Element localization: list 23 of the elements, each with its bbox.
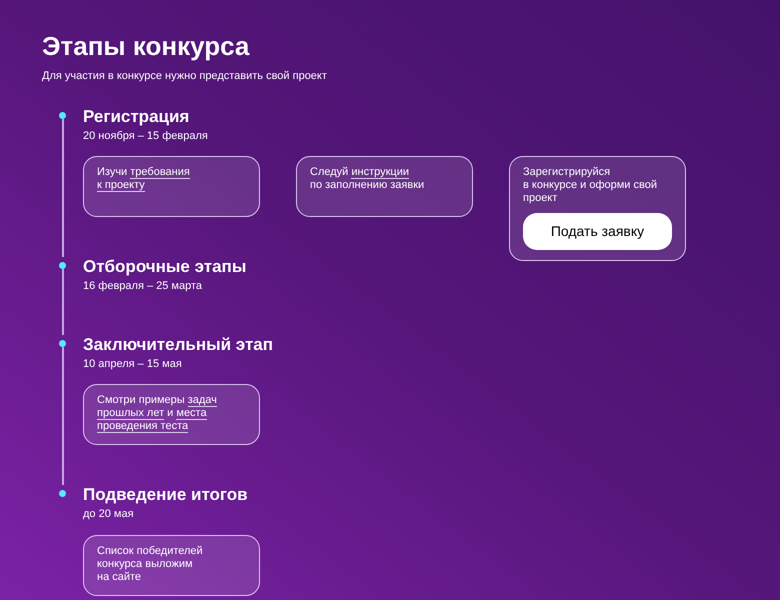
card-text: Следуй инструкции по заполнению заявки	[310, 166, 426, 192]
page-subtitle: Для участия в конкурсе нужно представить свой проект	[42, 69, 328, 84]
link[interactable]: к проекту	[97, 179, 145, 192]
stage-title: Подведение итогов	[83, 485, 249, 505]
link[interactable]: места	[176, 407, 207, 420]
card-text: Изучи требования к проекту	[97, 166, 191, 192]
link[interactable]: инструкции	[351, 166, 410, 179]
stage-dates: до 20 мая	[83, 507, 135, 522]
page-title: Этапы конкурса	[42, 30, 250, 62]
link[interactable]: требования	[130, 166, 190, 179]
card-text: Зарегистрируйся в конкурсе и оформи свой проект	[523, 166, 658, 205]
card-text: Список победителей конкурса выложим на сайте	[97, 544, 204, 584]
stage-dates: 20 ноября – 15 февраля	[83, 128, 209, 144]
stage-dates: 16 февраля – 25 марта	[83, 279, 204, 294]
link[interactable]: прошлых лет	[97, 407, 164, 420]
stage-title: Заключительный этап	[83, 334, 274, 354]
link[interactable]: задач	[188, 394, 217, 407]
stage-dates: 10 апреля – 15 мая	[83, 356, 183, 372]
apply-button[interactable]: Подать заявку	[523, 213, 672, 250]
link[interactable]: проведения теста	[97, 420, 188, 433]
stage-title: Регистрация	[83, 106, 190, 126]
stage-title: Отборочные этапы	[83, 257, 246, 277]
card-text: Смотри примеры задач прошлых лет и места проведения теста	[97, 394, 218, 433]
